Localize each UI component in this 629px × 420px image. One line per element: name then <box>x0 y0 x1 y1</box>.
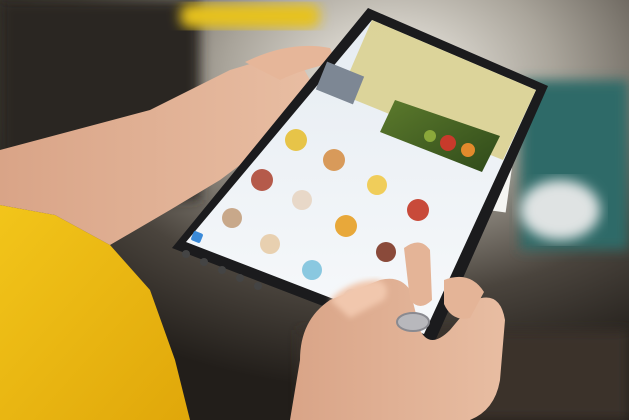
category-tile[interactable] <box>323 149 345 171</box>
bar-icon[interactable] <box>254 282 262 290</box>
bar-icon[interactable] <box>200 258 208 266</box>
promo-food <box>424 130 436 142</box>
category-tile[interactable] <box>335 215 357 237</box>
category-tile[interactable] <box>376 242 396 262</box>
category-tile[interactable] <box>222 208 242 228</box>
promo-food <box>440 135 456 151</box>
photo-illustration <box>0 0 629 420</box>
category-tile[interactable] <box>251 169 273 191</box>
background-light-object <box>520 180 600 240</box>
promo-food <box>461 143 475 157</box>
category-tile[interactable] <box>260 234 280 254</box>
category-tile[interactable] <box>285 129 307 151</box>
silver-ring <box>396 312 430 332</box>
category-tile[interactable] <box>367 175 387 195</box>
category-tile[interactable] <box>407 199 429 221</box>
photo-scene <box>0 0 629 420</box>
category-tile[interactable] <box>302 260 322 280</box>
bar-icon[interactable] <box>182 250 190 258</box>
category-tile[interactable] <box>292 190 312 210</box>
bar-icon[interactable] <box>236 274 244 282</box>
background-yellow-object <box>180 4 320 28</box>
bar-icon[interactable] <box>218 266 226 274</box>
